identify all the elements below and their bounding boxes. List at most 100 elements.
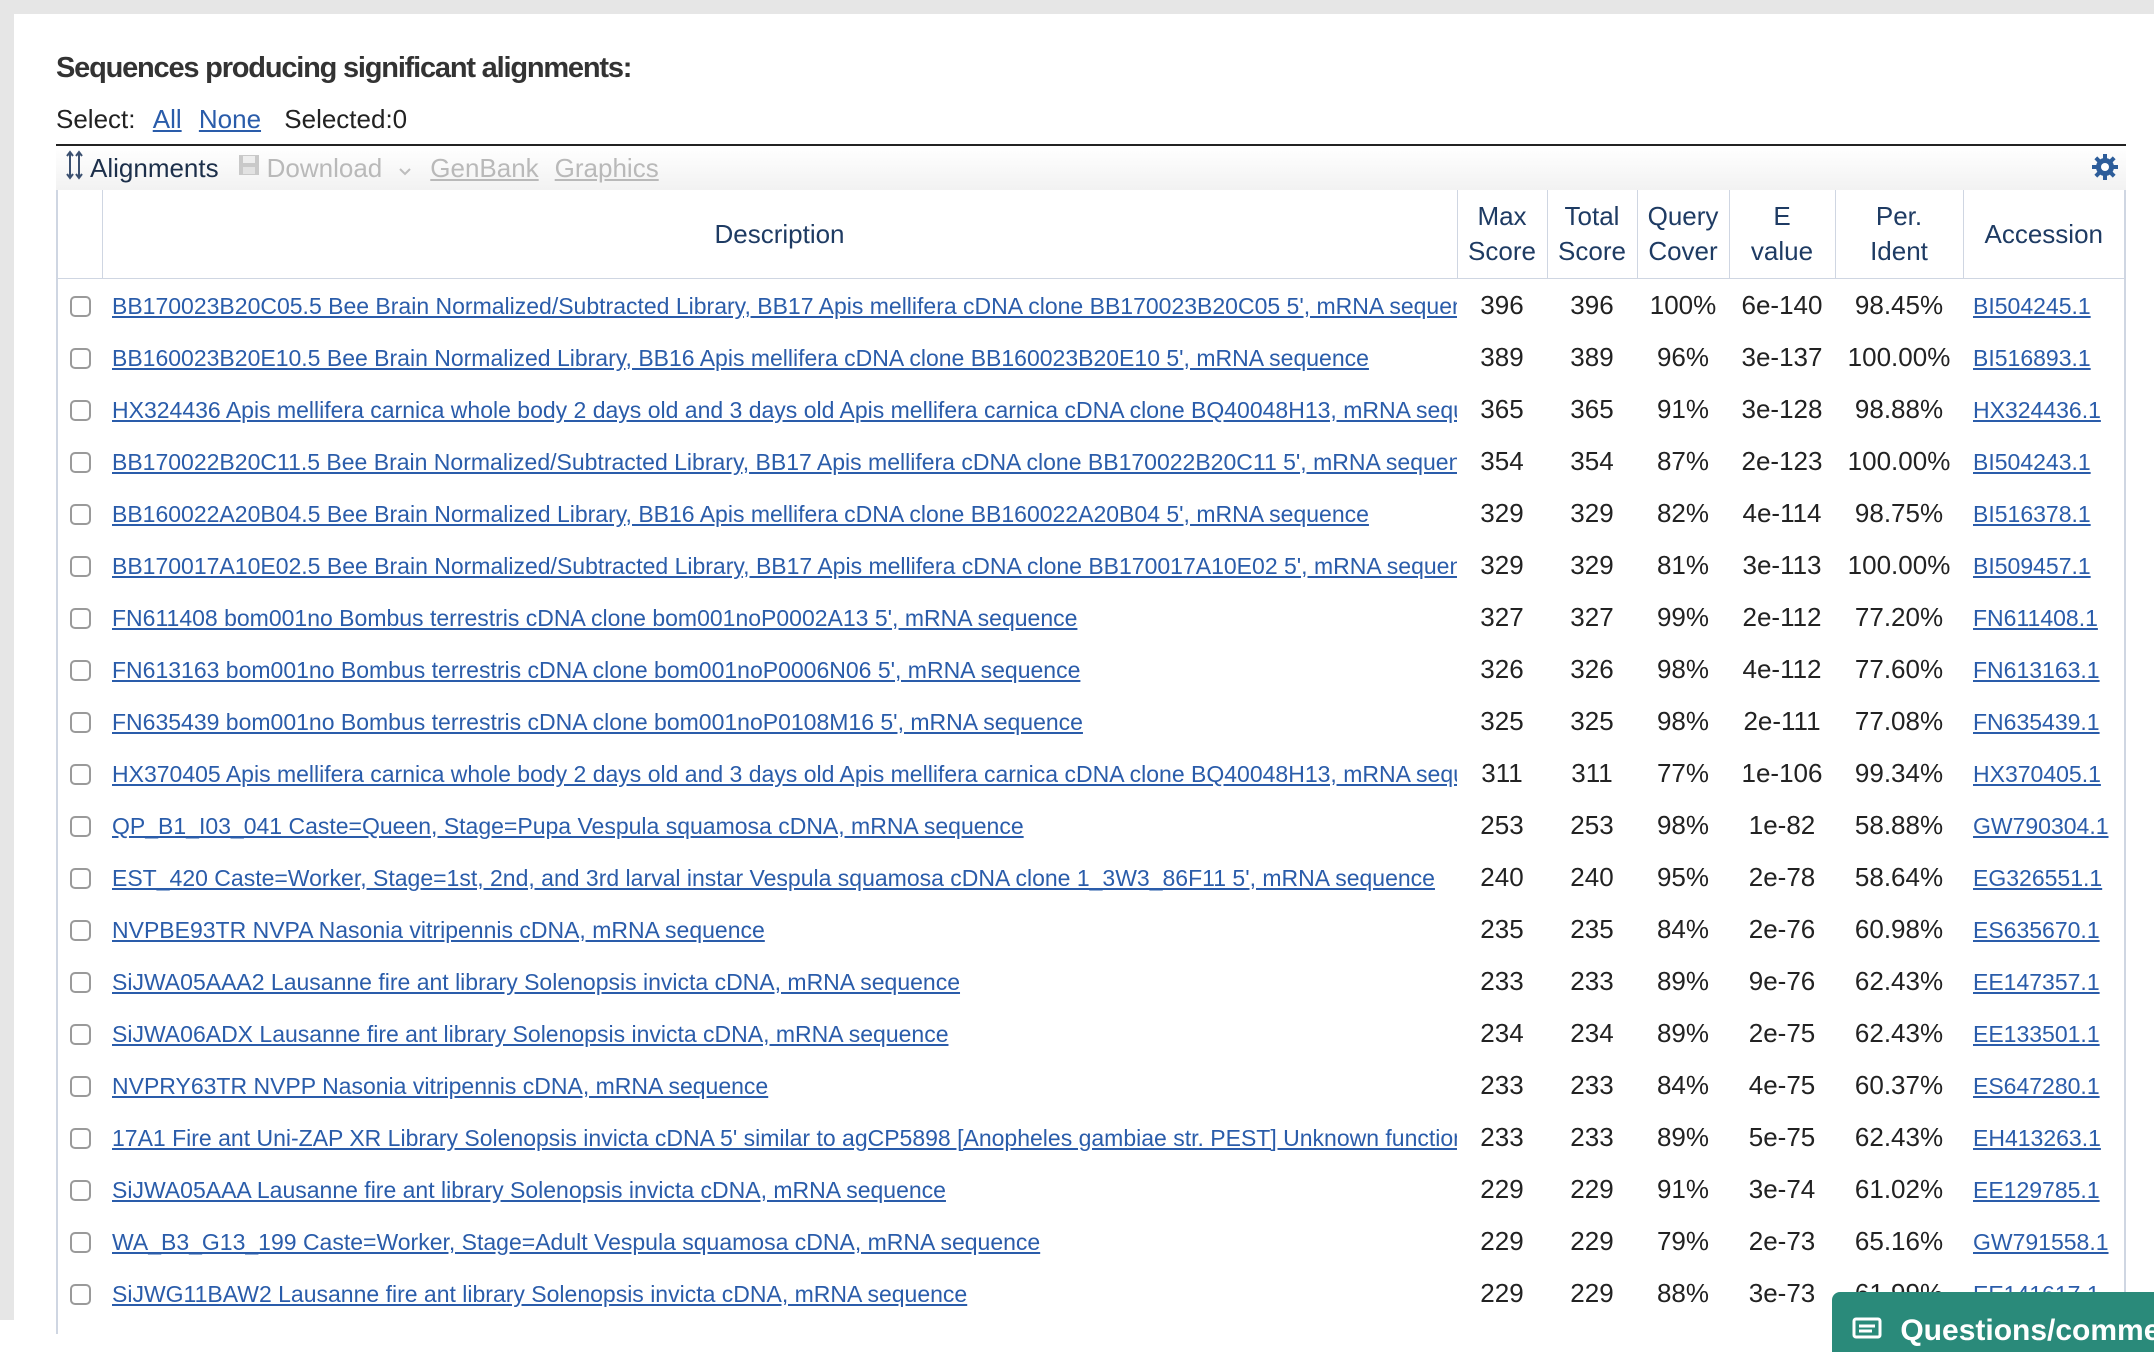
accession-link[interactable]: FN611408.1 (1973, 605, 2098, 631)
description-link[interactable]: BB160022A20B04.5 Bee Brain Normalized Li… (112, 501, 1369, 527)
header-accession[interactable]: Accession (1963, 190, 2124, 279)
accession-link[interactable]: BI516378.1 (1973, 501, 2091, 527)
row-select-checkbox[interactable] (58, 383, 102, 435)
description-link[interactable]: SiJWG11BAW2 Lausanne fire ant library So… (112, 1281, 967, 1307)
description-link[interactable]: SiJWA05AAA2 Lausanne fire ant library So… (112, 969, 960, 995)
description-link[interactable]: WA_B3_G13_199 Caste=Worker, Stage=Adult … (112, 1229, 1040, 1255)
row-select-checkbox[interactable] (58, 643, 102, 695)
row-select-checkbox[interactable] (58, 903, 102, 955)
description-link[interactable]: BB160023B20E10.5 Bee Brain Normalized Li… (112, 345, 1369, 371)
select-label: Select: (56, 104, 136, 134)
table-row: HX324436 Apis mellifera carnica whole bo… (58, 383, 2124, 435)
row-select-checkbox[interactable] (58, 851, 102, 903)
table-row: FN635439 bom001no Bombus terrestris cDNA… (58, 695, 2124, 747)
accession-link[interactable]: GW791558.1 (1973, 1229, 2109, 1255)
header-query-cover[interactable]: Query Cover (1637, 190, 1730, 279)
row-description: FN635439 bom001no Bombus terrestris cDNA… (102, 695, 1457, 747)
row-select-checkbox[interactable] (58, 695, 102, 747)
header-total-score[interactable]: Total Score (1547, 190, 1638, 279)
description-link[interactable]: 17A1 Fire ant Uni-ZAP XR Library Solenop… (112, 1125, 1457, 1151)
description-link[interactable]: NVPRY63TR NVPP Nasonia vitripennis cDNA,… (112, 1073, 768, 1099)
description-link[interactable]: HX370405 Apis mellifera carnica whole bo… (112, 761, 1457, 787)
row-select-checkbox[interactable] (58, 1059, 102, 1111)
row-select-checkbox[interactable] (58, 331, 102, 383)
description-link[interactable]: FN635439 bom001no Bombus terrestris cDNA… (112, 709, 1083, 735)
accession-link[interactable]: HX324436.1 (1973, 397, 2101, 423)
row-select-checkbox[interactable] (58, 279, 102, 332)
query-cover: 84% (1656, 1069, 1710, 1100)
row-select-checkbox[interactable] (58, 1007, 102, 1059)
header-max-score[interactable]: Max Score (1457, 190, 1548, 279)
query-cover: 100% (1649, 289, 1717, 320)
accession-link[interactable]: BI509457.1 (1973, 553, 2091, 579)
download-button[interactable]: Download (237, 153, 413, 184)
per-ident: 100.00% (1847, 549, 1951, 580)
accession-link[interactable]: ES635670.1 (1973, 917, 2100, 943)
description-link[interactable]: FN613163 bom001no Bombus terrestris cDNA… (112, 657, 1080, 683)
row-description: BB170017A10E02.5 Bee Brain Normalized/Su… (102, 539, 1457, 591)
genbank-link[interactable]: GenBank (430, 153, 538, 184)
description-link[interactable]: FN611408 bom001no Bombus terrestris cDNA… (112, 605, 1077, 631)
row-select-checkbox[interactable] (58, 591, 102, 643)
accession-link[interactable]: ES647280.1 (1973, 1073, 2100, 1099)
total-score: 325 (1570, 705, 1614, 736)
description-link[interactable]: NVPBE93TR NVPA Nasonia vitripennis cDNA,… (112, 917, 765, 943)
total-score: 233 (1570, 1121, 1614, 1152)
accession-link[interactable]: GW790304.1 (1973, 813, 2109, 839)
description-link[interactable]: HX324436 Apis mellifera carnica whole bo… (112, 397, 1457, 423)
header-description[interactable]: Description (102, 190, 1458, 279)
row-select-checkbox[interactable] (58, 539, 102, 591)
row-description: FN613163 bom001no Bombus terrestris cDNA… (102, 643, 1457, 695)
row-select-checkbox[interactable] (58, 487, 102, 539)
row-description: WA_B3_G13_199 Caste=Worker, Stage=Adult … (102, 1215, 1457, 1267)
description-link[interactable]: BB170023B20C05.5 Bee Brain Normalized/Su… (112, 293, 1457, 319)
row-description: 17A1 Fire ant Uni-ZAP XR Library Solenop… (102, 1111, 1457, 1163)
row-description: BB170022B20C11.5 Bee Brain Normalized/Su… (102, 435, 1457, 487)
row-description: SiJWA05AAA2 Lausanne fire ant library So… (102, 955, 1457, 1007)
alignments-button[interactable]: Alignments (56, 149, 219, 187)
select-none-link[interactable]: None (199, 104, 261, 134)
accession-link[interactable]: EH413263.1 (1973, 1125, 2101, 1151)
gear-icon[interactable] (2090, 152, 2120, 189)
select-all-link[interactable]: All (153, 104, 182, 134)
description-link[interactable]: BB170022B20C11.5 Bee Brain Normalized/Su… (112, 449, 1457, 475)
comment-icon (1852, 1315, 1882, 1349)
description-link[interactable]: SiJWA06ADX Lausanne fire ant library Sol… (112, 1021, 948, 1047)
row-select-checkbox[interactable] (58, 1111, 102, 1163)
header-per-ident[interactable]: Per. Ident (1835, 190, 1964, 279)
header-e-value[interactable]: Evalue (1729, 190, 1836, 279)
description-link[interactable]: QP_B1_I03_041 Caste=Queen, Stage=Pupa Ve… (112, 813, 1024, 839)
query-cover: 99% (1656, 601, 1710, 632)
graphics-link[interactable]: Graphics (555, 153, 659, 184)
description-link[interactable]: SiJWA05AAA Lausanne fire ant library Sol… (112, 1177, 946, 1203)
accession-link[interactable]: BI504245.1 (1973, 293, 2091, 319)
accession-link[interactable]: BI504243.1 (1973, 449, 2091, 475)
row-select-checkbox[interactable] (58, 1215, 102, 1267)
row-select-checkbox[interactable] (58, 435, 102, 487)
accession-link[interactable]: BI516893.1 (1973, 345, 2091, 371)
row-select-checkbox[interactable] (58, 1163, 102, 1215)
table-row: 17A1 Fire ant Uni-ZAP XR Library Solenop… (58, 1111, 2124, 1163)
row-select-checkbox[interactable] (58, 747, 102, 799)
accession-link[interactable]: FN635439.1 (1973, 709, 2100, 735)
row-select-checkbox[interactable] (58, 1267, 102, 1319)
query-cover: 88% (1656, 1277, 1710, 1308)
row-accession: BI509457.1 (1963, 539, 2124, 591)
row-accession: BI504245.1 (1963, 279, 2124, 332)
accession-link[interactable]: EG326551.1 (1973, 865, 2102, 891)
row-select-checkbox[interactable] (58, 955, 102, 1007)
table-row: BB160023B20E10.5 Bee Brain Normalized Li… (58, 331, 2124, 383)
description-link[interactable]: EST_420 Caste=Worker, Stage=1st, 2nd, an… (112, 865, 1435, 891)
max-score: 229 (1480, 1277, 1524, 1308)
accession-link[interactable]: EE133501.1 (1973, 1021, 2100, 1047)
per-ident: 77.20% (1854, 601, 1944, 632)
total-score: 326 (1570, 653, 1614, 684)
accession-link[interactable]: EE129785.1 (1973, 1177, 2100, 1203)
feedback-button[interactable]: Questions/comments? (1832, 1292, 2154, 1352)
accession-link[interactable]: HX370405.1 (1973, 761, 2101, 787)
max-score: 389 (1480, 341, 1524, 372)
row-select-checkbox[interactable] (58, 799, 102, 851)
accession-link[interactable]: EE147357.1 (1973, 969, 2100, 995)
accession-link[interactable]: FN613163.1 (1973, 657, 2100, 683)
description-link[interactable]: BB170017A10E02.5 Bee Brain Normalized/Su… (112, 553, 1457, 579)
